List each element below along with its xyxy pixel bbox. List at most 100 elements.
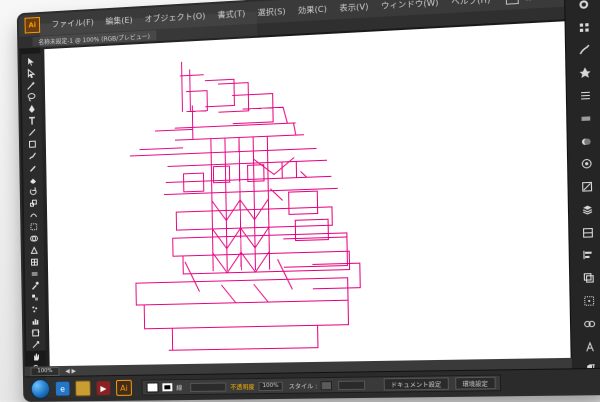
graphic-styles-panel-button[interactable] xyxy=(576,179,598,194)
color-panel-icon xyxy=(577,0,590,11)
lasso-tool[interactable] xyxy=(25,92,39,102)
stroke-label: 線 xyxy=(176,383,182,392)
control-panel-strip: 線 不透明度 100% スタイル : ドキュメント設定 環境設定 xyxy=(142,375,501,396)
menu-edit[interactable]: 編集(E) xyxy=(99,8,138,32)
transparency-panel-button[interactable] xyxy=(575,134,597,149)
layers-panel-button[interactable] xyxy=(577,202,599,217)
artboards-panel-button[interactable] xyxy=(577,225,599,240)
pencil-icon xyxy=(28,163,38,173)
type-tool[interactable] xyxy=(25,115,39,125)
selection-tool[interactable] xyxy=(24,56,38,67)
control-fill-swatch[interactable] xyxy=(147,382,159,392)
style-swatch[interactable] xyxy=(320,381,331,390)
artboard-icon xyxy=(31,328,41,338)
eraser-icon xyxy=(28,174,38,184)
perspective-tool[interactable] xyxy=(27,245,41,255)
windows-start-button[interactable] xyxy=(31,379,51,399)
style-label: スタイル : xyxy=(289,381,318,391)
rectangle-tool[interactable] xyxy=(26,139,40,149)
tools-panel xyxy=(21,53,46,351)
swatches-panel-icon xyxy=(578,21,591,34)
transparency-panel-icon xyxy=(580,135,593,148)
pen-icon xyxy=(27,104,37,114)
brushes-panel-button[interactable] xyxy=(574,42,596,58)
opacity-value[interactable]: 100% xyxy=(258,381,282,390)
eyedropper-tool[interactable] xyxy=(28,281,42,291)
links-panel-icon xyxy=(583,317,596,330)
internet-explorer-icon[interactable]: e xyxy=(56,382,70,396)
symbol-sprayer-icon xyxy=(30,304,40,314)
character-panel-button[interactable] xyxy=(579,339,600,354)
opacity-label: 不透明度 xyxy=(230,382,254,391)
magic-wand-tool[interactable] xyxy=(25,80,39,90)
screen-mode-button[interactable] xyxy=(505,0,518,5)
gradient-icon xyxy=(30,269,40,279)
swatches-panel-button[interactable] xyxy=(573,19,595,35)
pencil-tool[interactable] xyxy=(26,163,40,173)
free-transform-tool[interactable] xyxy=(27,222,41,232)
rotate-icon xyxy=(28,186,38,196)
rectangle-icon xyxy=(28,139,38,149)
menu-select[interactable]: 選択(S) xyxy=(251,0,292,24)
align-panel-button[interactable] xyxy=(577,248,599,263)
paintbrush-tool[interactable] xyxy=(26,151,40,161)
appearance-panel-button[interactable] xyxy=(576,156,598,171)
symbol-sprayer-tool[interactable] xyxy=(28,304,42,314)
slice-tool[interactable] xyxy=(29,340,43,350)
warp-tool[interactable] xyxy=(27,210,41,220)
eyedropper-icon xyxy=(30,281,40,291)
control-stroke-swatch[interactable] xyxy=(162,383,172,391)
shape-builder-tool[interactable] xyxy=(27,233,41,243)
artboard-canvas[interactable] xyxy=(44,21,571,366)
magic-wand-icon xyxy=(27,80,37,90)
hand-icon xyxy=(31,352,41,362)
shape-builder-icon xyxy=(29,233,39,243)
rotate-tool[interactable] xyxy=(26,186,40,196)
illustrator-taskbar-icon[interactable]: Ai xyxy=(116,380,132,396)
gradient-panel-icon xyxy=(579,112,592,125)
type-icon xyxy=(27,115,37,125)
scale-tool[interactable] xyxy=(27,198,41,208)
gradient-panel-button[interactable] xyxy=(575,111,597,126)
style-dropdown[interactable] xyxy=(338,380,365,390)
lasso-icon xyxy=(27,92,37,102)
menu-file[interactable]: ファイル(F) xyxy=(46,11,100,36)
media-player-icon[interactable]: ▶ xyxy=(96,381,110,395)
align-panel-icon xyxy=(582,249,595,262)
symbols-panel-button[interactable] xyxy=(574,65,596,80)
links-panel-button[interactable] xyxy=(579,316,600,331)
folder-icon[interactable] xyxy=(75,380,91,396)
symbols-panel-icon xyxy=(578,66,591,79)
warp-icon xyxy=(29,210,39,220)
scale-icon xyxy=(29,198,39,208)
brushes-panel-icon xyxy=(578,43,591,56)
pathfinder-panel-button[interactable] xyxy=(578,271,600,286)
preferences-button[interactable]: 環境設定 xyxy=(455,377,496,390)
pen-tool[interactable] xyxy=(25,104,39,114)
stroke-panel-button[interactable] xyxy=(574,88,596,103)
mesh-tool[interactable] xyxy=(28,257,42,267)
artboard-navigation[interactable]: ◀ ▶ xyxy=(65,367,76,374)
stroke-panel-icon xyxy=(579,89,592,102)
gradient-tool[interactable] xyxy=(28,269,42,279)
menu-type[interactable]: 書式(T) xyxy=(211,2,251,26)
selection-icon xyxy=(26,57,36,67)
line-icon xyxy=(27,127,37,137)
blend-icon xyxy=(30,293,40,303)
direct-selection-tool[interactable] xyxy=(24,68,38,79)
transform-panel-button[interactable] xyxy=(578,294,600,309)
transform-panel-icon xyxy=(583,295,596,308)
zoom-level[interactable]: 100% xyxy=(30,367,59,376)
line-tool[interactable] xyxy=(25,127,39,137)
eraser-tool[interactable] xyxy=(26,174,40,184)
hand-tool[interactable] xyxy=(29,352,43,362)
blend-tool[interactable] xyxy=(28,292,42,302)
color-panel-button[interactable] xyxy=(573,0,595,12)
workspace-switcher[interactable]: 初期 xyxy=(525,0,540,3)
style-control[interactable]: スタイル : xyxy=(289,381,332,391)
artboard-tool[interactable] xyxy=(29,328,43,338)
stroke-weight-field[interactable] xyxy=(190,382,226,392)
menu-effect[interactable]: 効果(C) xyxy=(292,0,334,22)
document-setup-button[interactable]: ドキュメント設定 xyxy=(383,377,448,390)
graph-tool[interactable] xyxy=(29,316,43,326)
